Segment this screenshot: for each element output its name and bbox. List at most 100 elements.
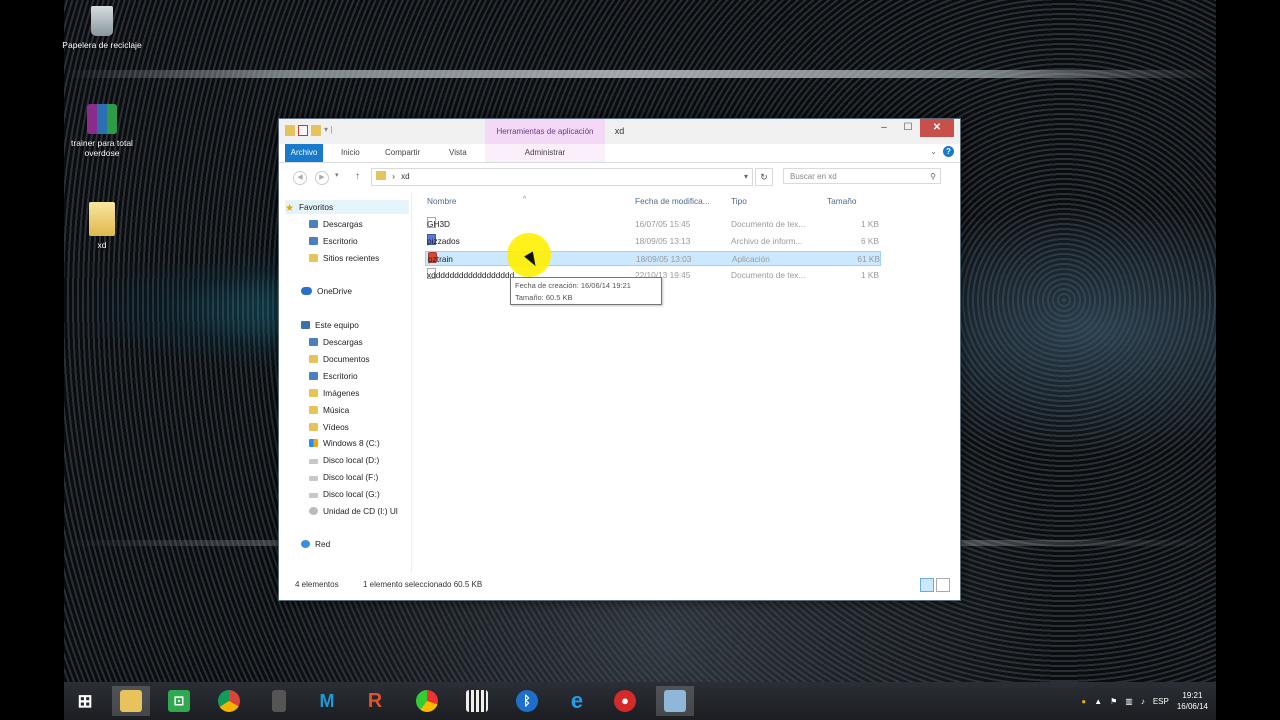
tab-inicio[interactable]: Inicio (341, 144, 360, 162)
nav-este-equipo[interactable]: Este equipo (301, 318, 359, 332)
refresh-button[interactable]: ↻ (755, 168, 773, 186)
tab-compartir[interactable]: Compartir (385, 144, 420, 162)
piano-icon (466, 690, 488, 712)
taskbar-piano[interactable] (458, 686, 496, 716)
search-input[interactable]: Buscar en xd (790, 172, 837, 181)
taskbar-chrome[interactable] (210, 686, 248, 716)
nav-pc-disco-g[interactable]: Disco local (G:) (309, 487, 380, 501)
nav-red[interactable]: Red (301, 537, 330, 551)
taskbar-internet-explorer[interactable]: e (558, 686, 596, 716)
nav-label: Este equipo (315, 320, 359, 330)
view-toggle (920, 578, 950, 592)
file-name: pztrain (428, 254, 453, 264)
file-explorer-icon (120, 690, 142, 712)
nav-pc-musica[interactable]: Música (309, 403, 349, 417)
file-row[interactable]: GH3D 16/07/05 15:45 Documento de tex... … (425, 217, 881, 232)
taskbar-store[interactable]: ⊡ (160, 686, 198, 716)
tab-vista[interactable]: Vista (449, 144, 467, 162)
address-bar[interactable]: › xd ▾ (371, 168, 753, 186)
nav-favoritos[interactable]: ★ Favoritos (285, 200, 409, 214)
nav-pc-cd[interactable]: Unidad de CD (I:) Ul (309, 504, 398, 518)
nav-fav-escritorio[interactable]: Escritorio (309, 234, 358, 248)
recycle-bin-icon (91, 6, 113, 36)
tab-administrar[interactable]: Administrar (485, 144, 605, 162)
tablet-icon (272, 690, 286, 712)
nav-label: Windows 8 (C:) (323, 438, 380, 448)
file-row[interactable]: pizzados 18/09/05 13:13 Archivo de infor… (425, 234, 881, 249)
nav-pc-disco-d[interactable]: Disco local (D:) (309, 453, 379, 467)
nav-onedrive[interactable]: OneDrive (301, 284, 352, 298)
explorer-window[interactable]: ▾ | Herramientas de aplicación xd ‒ ☐ ✕ … (278, 118, 961, 601)
forward-button[interactable]: ▶ (315, 171, 329, 185)
cd-drive-icon (309, 507, 318, 515)
title-bar[interactable]: ▾ | Herramientas de aplicación xd ‒ ☐ ✕ (279, 119, 960, 144)
ribbon-expand-icon[interactable]: ⌄ (930, 147, 937, 156)
column-header-size[interactable]: Tamaño (827, 196, 857, 206)
nav-fav-descargas[interactable]: Descargas (309, 217, 363, 231)
file-name: xdddddddddddddddddd (427, 270, 515, 280)
column-header-date[interactable]: Fecha de modifica... (635, 196, 710, 206)
taskbar-tablet[interactable] (260, 686, 298, 716)
large-icons-view-button[interactable] (936, 578, 950, 592)
flag-icon[interactable]: ⚑ (1110, 697, 1117, 706)
nav-pc-windows8[interactable]: Windows 8 (C:) (309, 436, 380, 450)
maximize-button[interactable]: ☐ (896, 119, 920, 137)
nav-label: Red (315, 539, 331, 549)
windows-drive-icon (309, 439, 318, 447)
nav-label: Sitios recientes (323, 253, 380, 263)
file-type: Archivo de inform... (731, 236, 803, 246)
nav-pc-escritorio[interactable]: Escritorio (309, 369, 358, 383)
show-hidden-icons-icon[interactable]: ▲ (1094, 697, 1102, 706)
pane-splitter[interactable] (411, 193, 412, 573)
nav-label: Escritorio (323, 371, 358, 381)
cloud-icon (301, 287, 312, 295)
file-row-selected[interactable]: pztrain 18/09/05 13:03 Aplicación 61 KB (425, 251, 881, 266)
nav-pc-videos[interactable]: Vídeos (309, 420, 349, 434)
notification-icon[interactable]: ● (1081, 697, 1086, 706)
address-dropdown-icon[interactable]: ▾ (744, 169, 748, 185)
taskbar-bluetooth[interactable]: ᛒ (508, 686, 546, 716)
taskbar-photo[interactable] (656, 686, 694, 716)
recent-locations-icon[interactable]: ▾ (335, 171, 339, 179)
help-icon[interactable]: ? (943, 146, 954, 157)
minimize-button[interactable]: ‒ (872, 119, 896, 137)
gauge-icon (416, 690, 438, 712)
network-icon[interactable]: ▥ (1125, 697, 1133, 706)
up-button[interactable]: ↑ (355, 171, 360, 182)
file-type: Aplicación (732, 254, 770, 264)
column-header-name[interactable]: Nombre (427, 196, 457, 206)
nav-label: Escritorio (323, 236, 358, 246)
start-button[interactable]: ⊞ (66, 686, 104, 716)
file-name: pizzados (427, 236, 460, 246)
column-header-type[interactable]: Tipo (731, 196, 747, 206)
nav-label: Disco local (D:) (323, 455, 380, 465)
desktop-icon-trainer[interactable]: trainer para total overdose (62, 104, 142, 158)
videos-icon (309, 423, 318, 431)
record-icon: ● (614, 690, 636, 712)
nav-pc-imagenes[interactable]: Imágenes (309, 386, 359, 400)
desktop-icon-recycle-bin[interactable]: Papelera de reciclaje (62, 6, 142, 50)
address-path[interactable]: xd (401, 172, 409, 181)
volume-icon[interactable]: ♪ (1141, 697, 1145, 706)
taskbar-gauge[interactable] (408, 686, 446, 716)
nav-pc-disco-f[interactable]: Disco local (F:) (309, 470, 378, 484)
nav-pc-descargas[interactable]: Descargas (309, 335, 363, 349)
taskbar-movistar[interactable]: M (308, 686, 346, 716)
bluetooth-icon: ᛒ (516, 690, 538, 712)
desktop-icon-xd-folder[interactable]: xd (62, 202, 142, 250)
folder-icon (89, 202, 115, 236)
taskbar-file-explorer[interactable] (112, 686, 150, 716)
taskbar-r-app[interactable]: R (356, 686, 394, 716)
back-button[interactable]: ◀ (293, 171, 307, 185)
nav-pc-documentos[interactable]: Documentos (309, 352, 370, 366)
tab-archivo[interactable]: Archivo (285, 144, 323, 162)
close-button[interactable]: ✕ (920, 119, 954, 137)
search-box[interactable]: Buscar en xd ⚲ (783, 168, 941, 184)
taskbar-record[interactable]: ● (606, 686, 644, 716)
nav-fav-sitios-recientes[interactable]: Sitios recientes (309, 251, 379, 265)
downloads-icon (309, 338, 318, 346)
system-tray: ● ▲ ⚑ ▥ ♪ ESP 19:21 16/06/14 (1081, 686, 1208, 716)
language-indicator[interactable]: ESP (1153, 697, 1169, 706)
clock[interactable]: 19:21 16/06/14 (1177, 690, 1208, 712)
details-view-button[interactable] (920, 578, 934, 592)
